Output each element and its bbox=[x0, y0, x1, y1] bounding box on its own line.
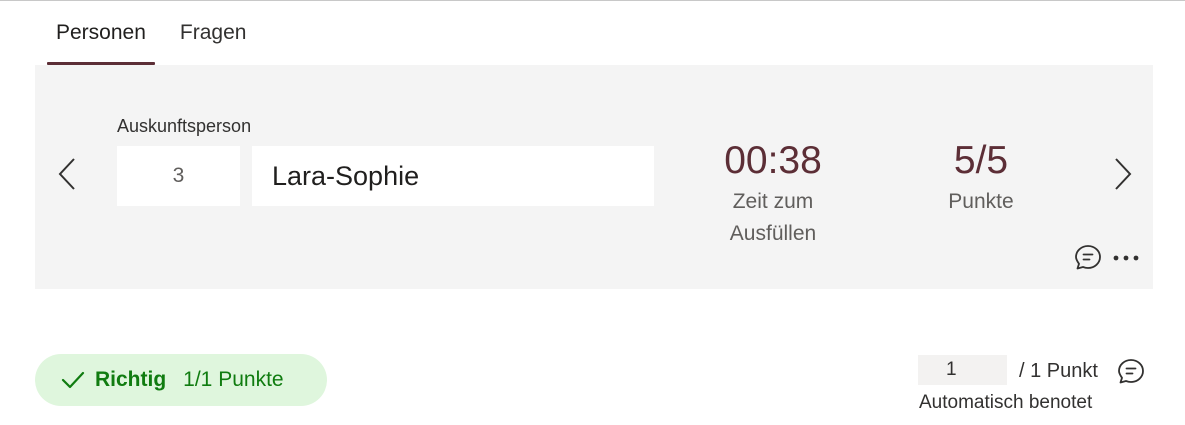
result-verdict: Richtig bbox=[95, 368, 167, 391]
score-stat: 5/5 Punkte bbox=[921, 140, 1041, 218]
previous-respondent-button[interactable] bbox=[47, 149, 87, 199]
result-badge: Richtig 1/1 Punkte bbox=[35, 354, 327, 406]
completion-time-label-line1: Zeit zum bbox=[732, 190, 814, 213]
chevron-right-icon bbox=[1115, 158, 1132, 190]
more-horizontal-icon bbox=[1113, 255, 1139, 261]
question-comment-button[interactable] bbox=[1116, 356, 1146, 386]
chevron-left-icon bbox=[58, 158, 75, 190]
points-input[interactable]: 1 bbox=[918, 355, 1007, 385]
more-options-button[interactable] bbox=[1111, 243, 1141, 273]
completion-time-value: 00:38 bbox=[724, 139, 822, 182]
respondent-panel-top bbox=[47, 65, 1153, 105]
comment-icon bbox=[1118, 359, 1144, 384]
checkmark-icon bbox=[61, 370, 85, 390]
tab-fragen[interactable]: Fragen bbox=[171, 0, 256, 65]
tab-bar: Personen Fragen bbox=[47, 0, 255, 65]
completion-time-label: Zeit zum Ausfüllen bbox=[703, 186, 843, 250]
auto-graded-note: Automatisch benotet bbox=[919, 392, 1093, 413]
score-value: 5/5 bbox=[953, 139, 1009, 182]
score-label: Punkte bbox=[948, 190, 1014, 213]
comment-icon bbox=[1075, 245, 1101, 270]
respondent-name-field[interactable]: Lara-Sophie bbox=[252, 146, 654, 206]
respondent-comment-button[interactable] bbox=[1073, 242, 1103, 272]
respondent-number-field[interactable]: 3 bbox=[117, 146, 240, 206]
next-respondent-button[interactable] bbox=[1103, 149, 1143, 199]
tab-personen[interactable]: Personen bbox=[47, 0, 155, 65]
result-points: 1/1 Punkte bbox=[183, 368, 284, 391]
respondent-label: Auskunftsperson bbox=[117, 116, 252, 136]
completion-time-stat: 00:38 Zeit zum Ausfüllen bbox=[703, 140, 843, 250]
respondent-panel-join bbox=[35, 65, 47, 105]
completion-time-label-line2: Ausfüllen bbox=[729, 222, 817, 245]
points-total: / 1 Punkt bbox=[1019, 360, 1098, 382]
